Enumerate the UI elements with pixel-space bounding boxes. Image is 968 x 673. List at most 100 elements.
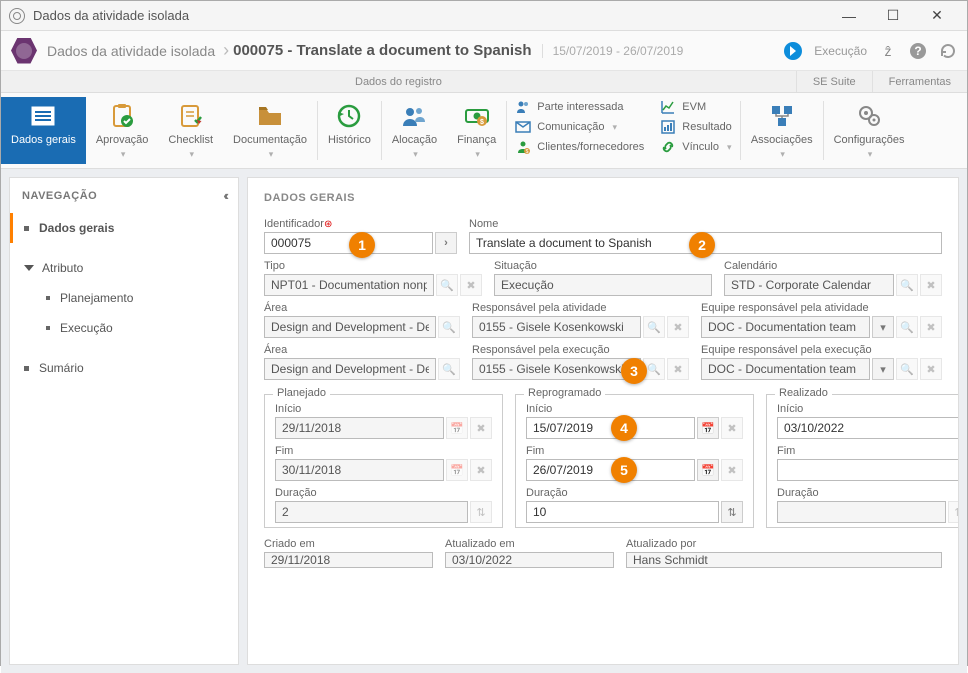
ribbon-configuracoes[interactable]: Configurações ▾ [824,97,915,164]
nav-planejamento[interactable]: Planejamento [10,283,238,313]
resp-activity-clear-button: ✖ [667,316,689,338]
calendar-button[interactable]: 📅 [697,459,719,481]
planned-duration-label: Duração [275,487,492,499]
team-exec-label: Equipe responsável pela execução [701,344,942,356]
area2-input [264,358,436,380]
chart-icon [660,99,676,115]
gear-icon [854,101,884,131]
caret-down-icon: ▾ [189,149,194,160]
tab-registry-data[interactable]: Dados do registro [1,71,796,92]
identifier-go-button[interactable]: › [435,232,457,254]
resp-activity-input [472,316,641,338]
svg-text:$: $ [480,119,484,126]
team-exec-dropdown-button[interactable]: ▾ [872,358,894,380]
calendar-search-button: 🔍 [896,274,918,296]
play-icon[interactable] [784,42,802,60]
close-button[interactable]: ✕ [915,2,959,30]
ribbon-historico[interactable]: Histórico [318,97,381,164]
updated-input [445,552,614,568]
ribbon-label: Histórico [328,134,371,146]
ribbon-aprovacao[interactable]: Aprovação ▾ [86,97,159,164]
rescheduled-duration-input[interactable] [526,501,719,523]
svg-text:?: ? [914,44,921,58]
badge-2: 2 [689,232,715,258]
badge-3: 3 [621,358,647,384]
ribbon-associacoes[interactable]: Associações ▾ [741,97,823,164]
identifier-label: Identificador [264,218,324,230]
stepper-icon: ⇅ [948,501,959,523]
nav-atributo[interactable]: Atributo [10,253,238,283]
ribbon-vinculo[interactable]: Vínculo▾ [660,139,732,155]
nav-dados-gerais[interactable]: Dados gerais [10,213,238,243]
folder-icon [255,101,285,131]
tab-strip: Dados do registro SE Suite Ferramentas [1,71,967,93]
envelope-icon [515,119,531,135]
planned-start-input [275,417,444,439]
people-icon [399,101,429,131]
resp-activity-search-button: 🔍 [643,316,665,338]
team-activity-clear-button: ✖ [920,316,942,338]
team-activity-select[interactable] [701,316,870,338]
collapse-sidebar-icon[interactable]: ‹‹ [223,188,226,203]
header-actions: Execução ẑ ? [784,42,957,60]
ribbon-clientes[interactable]: $Clientes/fornecedores [515,139,644,155]
result-icon [660,119,676,135]
content-panel: DADOS GERAIS Identificador⊛ › 1 Nome 2 T… [247,177,959,665]
list-icon [28,101,58,131]
ribbon-documentacao[interactable]: Documentação ▾ [223,97,317,164]
ribbon-dados-gerais[interactable]: Dados gerais [1,97,86,164]
ribbon-evm[interactable]: EVM [660,99,732,115]
clear-icon: ✖ [470,459,492,481]
nav-sumario[interactable]: Sumário [10,353,238,383]
team-exec-clear-button: ✖ [920,358,942,380]
collapse-icon[interactable]: ẑ [879,42,897,60]
rescheduled-end-label: Fim [526,445,743,457]
planned-end-label: Fim [275,445,492,457]
badge-4: 4 [611,415,637,441]
ribbon-comunicacao[interactable]: Comunicação▾ [515,119,644,135]
help-icon[interactable]: ? [909,42,927,60]
clear-icon: ✖ [721,459,743,481]
type-input [264,274,434,296]
svg-text:$: $ [526,149,529,155]
breadcrumb-separator: › [223,40,229,61]
actual-end-label: Fim [777,445,959,457]
history-icon [334,101,364,131]
team-exec-select[interactable] [701,358,870,380]
type-label: Tipo [264,260,482,272]
planned-start-label: Início [275,403,492,415]
type-clear-button: ✖ [460,274,482,296]
resp-activity-label: Responsável pela atividade [472,302,689,314]
associations-icon [767,101,797,131]
ribbon-financa[interactable]: $ Finança ▾ [447,97,506,164]
ribbon-label: Checklist [168,134,213,146]
maximize-button[interactable]: ☐ [871,2,915,30]
actual-start-label: Início [777,403,959,415]
titlebar: Dados da atividade isolada — ☐ ✕ [1,1,967,31]
nav-execucao[interactable]: Execução [10,313,238,343]
refresh-icon[interactable] [939,42,957,60]
calendar-clear-button: ✖ [920,274,942,296]
ribbon-parte-interessada[interactable]: Parte interessada [515,99,644,115]
ribbon-label: Alocação [392,134,437,146]
tab-tools[interactable]: Ferramentas [872,71,967,92]
money-icon: $ [462,101,492,131]
badge-5: 5 [611,457,637,483]
actual-end-input[interactable] [777,459,959,481]
team-activity-dropdown-button[interactable]: ▾ [872,316,894,338]
actual-start-input[interactable] [777,417,959,439]
breadcrumb-parent[interactable]: Dados da atividade isolada [47,43,215,59]
resp-exec-label: Responsável pela execução [472,344,689,356]
calendar-button[interactable]: 📅 [697,417,719,439]
area1-label: Área [264,302,460,314]
ribbon-checklist[interactable]: Checklist ▾ [158,97,223,164]
ribbon-alocacao[interactable]: Alocação ▾ [382,97,447,164]
minimize-button[interactable]: — [827,2,871,30]
actual-fieldset: Realizado Início 📅 ✖ Fim 📅 ✖ [766,394,959,528]
team-exec-search-button: 🔍 [896,358,918,380]
rescheduled-fieldset: Reprogramado Início 📅 ✖ 4 Fim 📅 ✖ [515,394,754,528]
ribbon-resultado[interactable]: Resultado [660,119,732,135]
tab-se-suite[interactable]: SE Suite [796,71,872,92]
area1-input [264,316,436,338]
stepper-button[interactable]: ⇅ [721,501,743,523]
